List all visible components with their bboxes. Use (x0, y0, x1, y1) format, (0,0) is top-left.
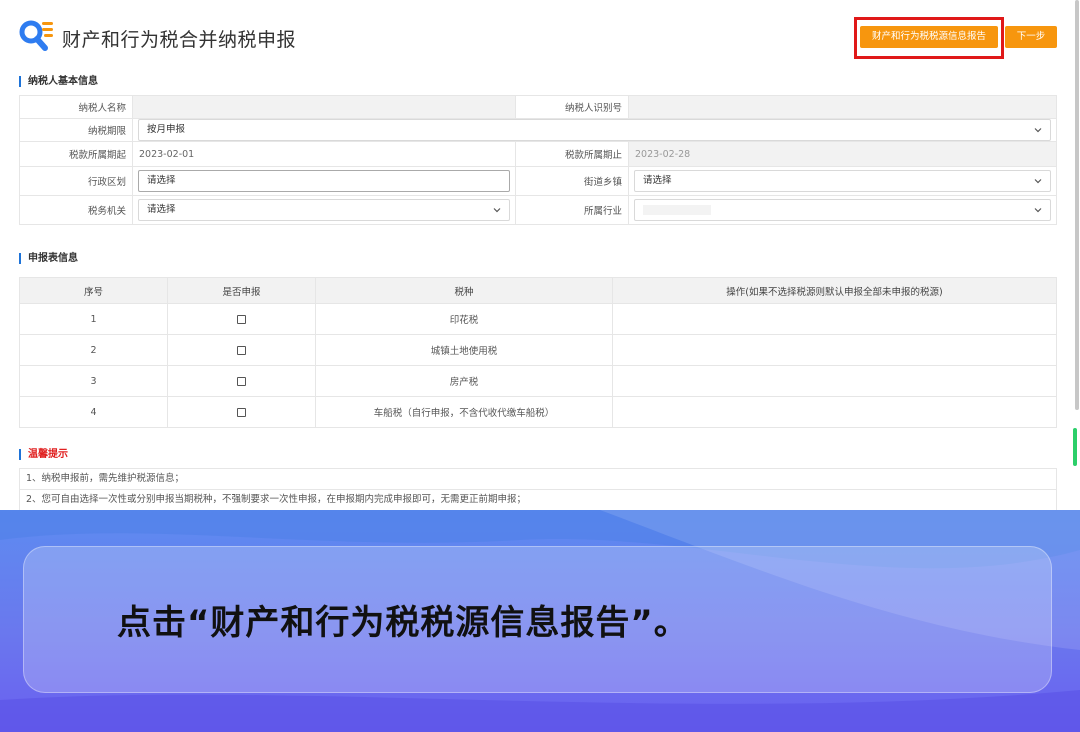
tip-item: 2、您可自由选择一次性或分别申报当期税种，不强制要求一次性申报，在申报期内完成申… (19, 489, 1057, 510)
page-title: 财产和行为税合并纳税申报 (62, 29, 297, 51)
period-start-value: 2023-02-01 (132, 141, 516, 167)
tip-item: 1、纳税申报前，需先维护税源信息； (19, 468, 1057, 489)
chevron-down-icon (1034, 208, 1042, 213)
tax-type-name: 房产税 (315, 365, 613, 397)
tax-type-name: 印花税 (315, 303, 613, 335)
street-select[interactable]: 请选择 (634, 170, 1051, 192)
tax-period-select[interactable]: 按月申报 (138, 119, 1051, 141)
tax-authority-label: 税务机关 (19, 195, 133, 225)
section-title-tips: 温馨提示 (19, 449, 68, 460)
chevron-down-icon (493, 208, 501, 213)
caption-card: 点击“财产和行为税税源信息报告”。 (23, 546, 1052, 693)
street-value: 请选择 (643, 175, 672, 186)
declare-checkbox[interactable] (237, 345, 246, 355)
district-value: 请选择 (147, 175, 176, 186)
taxpayer-id-label: 纳税人识别号 (515, 95, 629, 119)
district-input[interactable]: 请选择 (138, 170, 510, 192)
table-row: 3 房产税 (19, 365, 1057, 397)
search-logo-icon (19, 20, 53, 51)
period-start-label: 税款所属期起 (19, 141, 133, 167)
taxpayer-id-value (628, 95, 1057, 119)
tax-authority-value: 请选择 (147, 204, 176, 215)
caption-banner: 点击“财产和行为税税源信息报告”。 (0, 510, 1080, 732)
scroll-indicator (1073, 428, 1077, 466)
operation-cell (612, 303, 1057, 335)
tax-period-label: 纳税期限 (19, 118, 133, 142)
operation-cell (612, 334, 1057, 366)
street-label: 街道乡镇 (515, 166, 629, 196)
col-header-declare: 是否申报 (167, 277, 316, 304)
tips-list: 1、纳税申报前，需先维护税源信息； 2、您可自由选择一次性或分别申报当期税种，不… (19, 468, 1057, 510)
section-title-declaration: 申报表信息 (19, 253, 78, 264)
chevron-down-icon (1034, 128, 1042, 133)
declaration-table: 序号 是否申报 税种 操作(如果不选择税源则默认申报全部未申报的税源) 1 印花… (19, 277, 1057, 428)
industry-value-placeholder (643, 204, 711, 215)
tax-period-value: 按月申报 (147, 124, 186, 135)
col-header-operation: 操作(如果不选择税源则默认申报全部未申报的税源) (612, 277, 1057, 304)
industry-select[interactable] (634, 199, 1051, 221)
col-header-tax-type: 税种 (315, 277, 613, 304)
tax-type-name: 城镇土地使用税 (315, 334, 613, 366)
taxpayer-name-value (132, 95, 516, 119)
header: 财产和行为税合并纳税申报 财产和行为税税源信息报告 下一步 (18, 16, 1058, 59)
row-number: 3 (19, 365, 168, 397)
property-tax-source-report-button[interactable]: 财产和行为税税源信息报告 (860, 26, 998, 48)
taxpayer-name-label: 纳税人名称 (19, 95, 133, 119)
declare-checkbox[interactable] (237, 376, 246, 386)
col-header-number: 序号 (19, 277, 168, 304)
tax-type-name: 车船税（自行申报，不含代收代缴车船税） (315, 396, 613, 428)
operation-cell (612, 365, 1057, 397)
tax-authority-select[interactable]: 请选择 (138, 199, 510, 221)
table-row: 4 车船税（自行申报，不含代收代缴车船税） (19, 396, 1057, 428)
industry-label: 所属行业 (515, 195, 629, 225)
table-row: 2 城镇土地使用税 (19, 334, 1057, 366)
chevron-down-icon (1034, 179, 1042, 184)
taxpayer-info-table: 纳税人名称 纳税人识别号 纳税期限 按月申报 税款所属期起 2023-02-01… (19, 95, 1057, 225)
vertical-scrollbar[interactable] (1075, 0, 1079, 410)
period-end-label: 税款所属期止 (515, 141, 629, 167)
next-step-button[interactable]: 下一步 (1005, 26, 1057, 48)
district-label: 行政区划 (19, 166, 133, 196)
row-number: 4 (19, 396, 168, 428)
section-title-taxpayer-info: 纳税人基本信息 (19, 76, 98, 87)
row-number: 2 (19, 334, 168, 366)
row-number: 1 (19, 303, 168, 335)
caption-text: 点击“财产和行为税税源信息报告”。 (117, 603, 689, 643)
table-row: 1 印花税 (19, 303, 1057, 335)
period-end-value: 2023-02-28 (628, 141, 1057, 167)
declare-checkbox[interactable] (237, 314, 246, 324)
operation-cell (612, 396, 1057, 428)
declare-checkbox[interactable] (237, 407, 246, 417)
